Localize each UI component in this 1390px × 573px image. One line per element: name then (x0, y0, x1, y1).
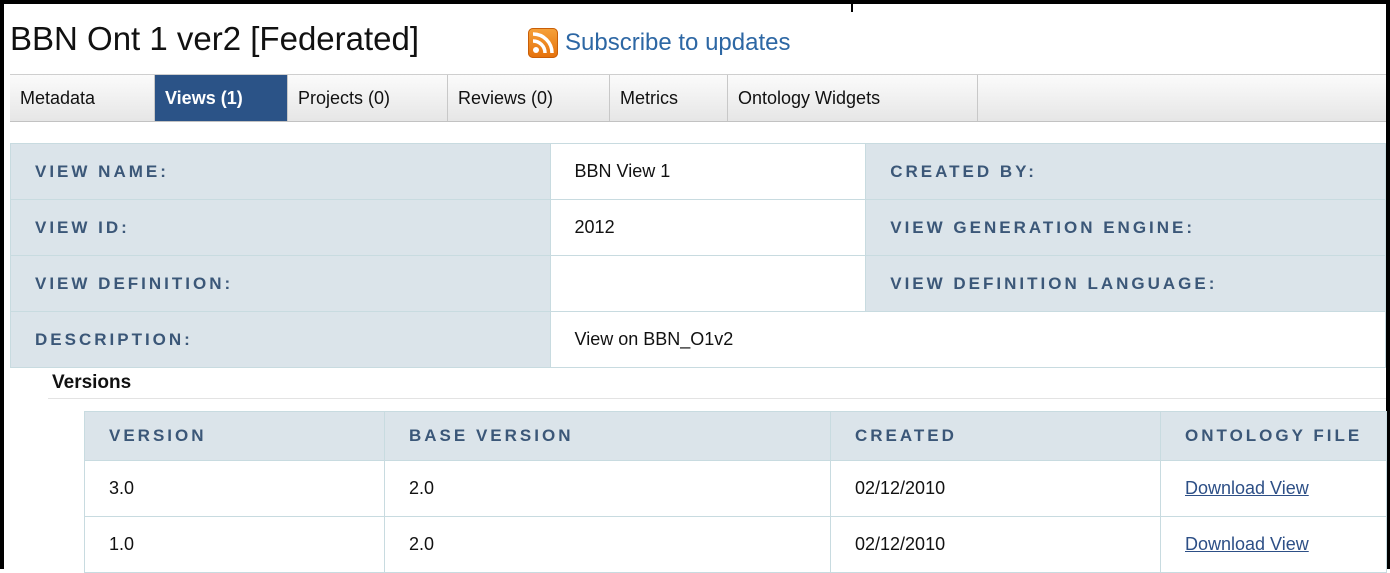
tab-projects[interactable]: Projects (0) (288, 75, 448, 121)
tab-reviews[interactable]: Reviews (0) (448, 75, 610, 121)
versions-heading: Versions (52, 372, 132, 393)
tab-metrics[interactable]: Metrics (610, 75, 728, 121)
base-version-cell: 2.0 (384, 460, 831, 517)
column-header-ontology-file: ONTOLOGY FILE (1160, 411, 1387, 461)
download-view-link[interactable]: Download View (1185, 534, 1309, 554)
tab-ontology-widgets[interactable]: Ontology Widgets (728, 75, 978, 121)
table-row: 1.0 2.0 02/12/2010 Download View (84, 516, 1387, 573)
ontology-file-cell: Download View (1160, 516, 1387, 573)
column-header-created: CREATED (830, 411, 1161, 461)
view-definition-language-label: VIEW DEFINITION LANGUAGE: (865, 255, 1386, 312)
download-view-link[interactable]: Download View (1185, 478, 1309, 498)
page-title: BBN Ont 1 ver2 [Federated] (10, 20, 420, 57)
version-cell: 3.0 (84, 460, 385, 517)
created-cell: 02/12/2010 (830, 516, 1161, 573)
description-row: DESCRIPTION: View on BBN_O1v2 (10, 311, 1387, 368)
view-name-value: BBN View 1 (549, 143, 867, 200)
versions-table: VERSION BASE VERSION CREATED ONTOLOGY FI… (84, 411, 1387, 573)
tab-metadata[interactable]: Metadata (10, 75, 155, 121)
ontology-file-cell: Download View (1160, 460, 1387, 517)
column-header-base-version: BASE VERSION (384, 411, 831, 461)
view-generation-engine-label: VIEW GENERATION ENGINE: (865, 199, 1386, 256)
tab-views[interactable]: Views (1) (155, 75, 288, 121)
subscribe-link[interactable]: Subscribe to updates (528, 28, 790, 58)
created-cell: 02/12/2010 (830, 460, 1161, 517)
base-version-cell: 2.0 (384, 516, 831, 573)
column-header-version: VERSION (84, 411, 385, 461)
view-definition-row: VIEW DEFINITION: VIEW DEFINITION LANGUAG… (10, 255, 1386, 312)
window-border-left (0, 0, 4, 569)
view-details-table: VIEW NAME: BBN View 1 CREATED BY: VIEW I… (10, 143, 1387, 368)
view-definition-value (549, 255, 867, 312)
versions-header-row: VERSION BASE VERSION CREATED ONTOLOGY FI… (84, 411, 1387, 461)
view-name-row: VIEW NAME: BBN View 1 CREATED BY: (10, 143, 1386, 200)
description-label: DESCRIPTION: (10, 311, 551, 368)
view-id-row: VIEW ID: 2012 VIEW GENERATION ENGINE: (10, 199, 1386, 256)
versions-divider (48, 398, 1386, 399)
description-value: View on BBN_O1v2 (549, 311, 1387, 368)
version-cell: 1.0 (84, 516, 385, 573)
view-id-label: VIEW ID: (10, 199, 551, 256)
rss-icon[interactable] (528, 28, 558, 58)
window-border-tick (851, 4, 853, 12)
table-row: 3.0 2.0 02/12/2010 Download View (84, 460, 1387, 517)
view-name-label: VIEW NAME: (10, 143, 551, 200)
view-definition-label: VIEW DEFINITION: (10, 255, 551, 312)
tab-bar: Metadata Views (1) Projects (0) Reviews … (10, 74, 1386, 122)
view-id-value: 2012 (549, 199, 867, 256)
window-border-top (0, 0, 1390, 4)
created-by-label: CREATED BY: (865, 143, 1386, 200)
subscribe-label[interactable]: Subscribe to updates (565, 29, 790, 57)
